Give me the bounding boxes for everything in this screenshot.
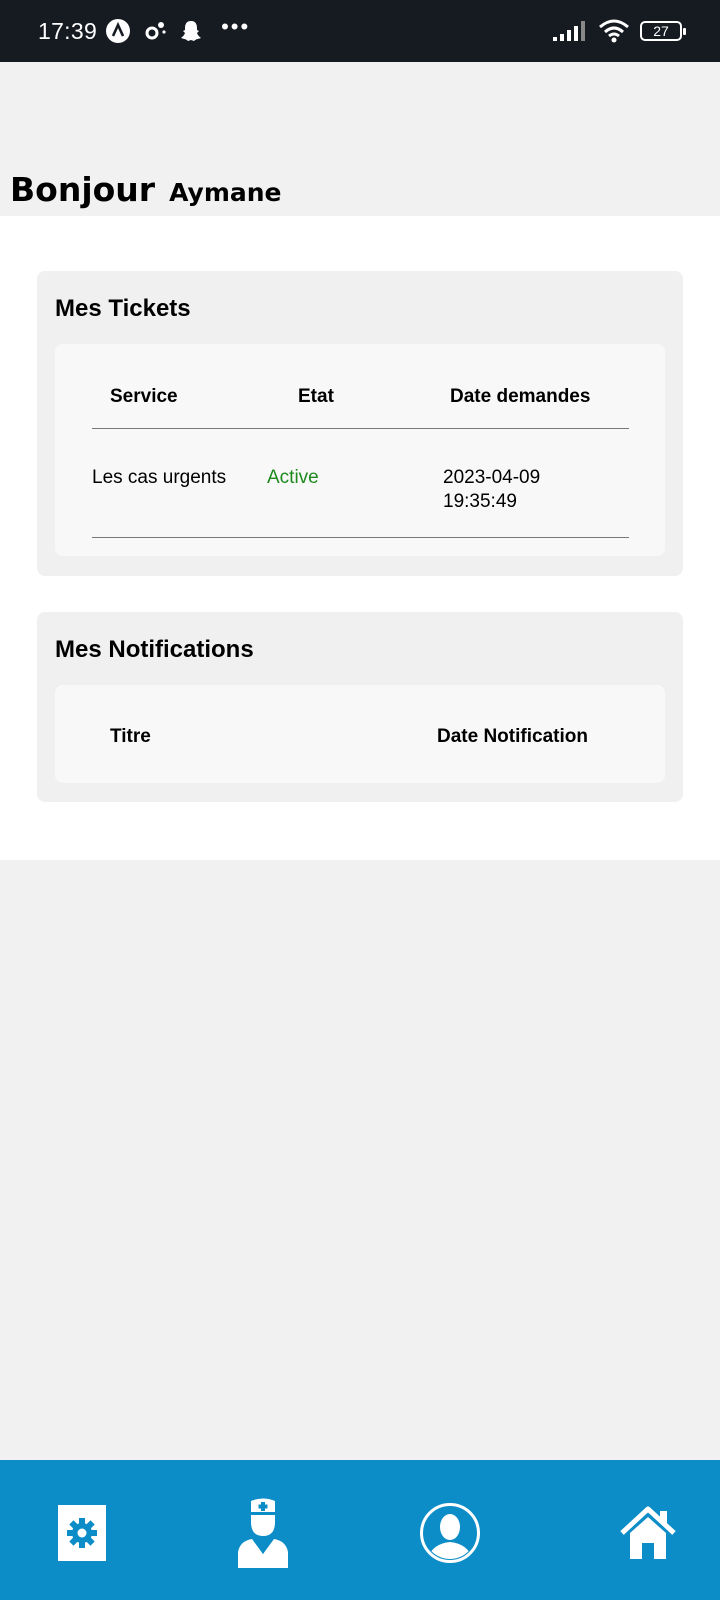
notifications-card: Mes Notifications Titre Date Notificatio…	[37, 612, 683, 802]
user-name: Aymane	[169, 178, 282, 207]
ticket-time: 19:35:49	[443, 491, 517, 512]
ticket-date: 2023-04-09	[443, 467, 541, 488]
app-a-icon	[105, 18, 131, 44]
battery-level: 27	[653, 23, 669, 39]
nav-doctor-button[interactable]	[228, 1498, 298, 1573]
tickets-title: Mes Tickets	[55, 295, 191, 322]
nav-home-button[interactable]	[613, 1500, 683, 1570]
notifications-table: Titre Date Notification	[55, 685, 665, 783]
home-icon	[619, 1505, 677, 1566]
settings-dots-icon	[143, 20, 167, 42]
ticket-status: Active	[267, 467, 319, 488]
status-time: 17:39	[38, 17, 98, 44]
col-header-date-notification: Date Notification	[437, 726, 588, 747]
snapchat-icon	[179, 19, 203, 43]
col-header-date: Date demandes	[450, 386, 591, 407]
status-bar: 17:39 ••• 27	[0, 0, 720, 62]
main-content: Mes Tickets Service Etat Date demandes L…	[0, 216, 720, 860]
header-divider	[92, 428, 629, 429]
col-header-service: Service	[110, 386, 178, 407]
doctor-icon	[234, 1498, 292, 1573]
signal-icon	[552, 20, 586, 42]
tickets-card: Mes Tickets Service Etat Date demandes L…	[37, 271, 683, 576]
tickets-table: Service Etat Date demandes Les cas urgen…	[55, 344, 665, 556]
nav-settings-button[interactable]	[47, 1500, 117, 1570]
bottom-navigation	[0, 1460, 720, 1600]
col-header-etat: Etat	[298, 386, 334, 407]
battery-icon: 27	[640, 21, 686, 41]
greeting: Bonjour Aymane	[10, 170, 282, 209]
ticket-service: Les cas urgents	[92, 467, 227, 488]
more-notifications-indicator: •••	[221, 14, 251, 39]
col-header-titre: Titre	[110, 726, 151, 747]
status-bar-right: 27	[544, 19, 686, 43]
nav-profile-button[interactable]	[415, 1500, 485, 1570]
wifi-icon	[598, 19, 630, 43]
greeting-header: Bonjour Aymane	[0, 62, 720, 216]
settings-icon	[58, 1504, 106, 1566]
profile-icon	[419, 1502, 481, 1569]
status-bar-left: 17:39 •••	[38, 14, 250, 45]
notifications-title: Mes Notifications	[55, 636, 254, 663]
row-divider	[92, 537, 629, 538]
greeting-word: Bonjour	[10, 170, 156, 209]
